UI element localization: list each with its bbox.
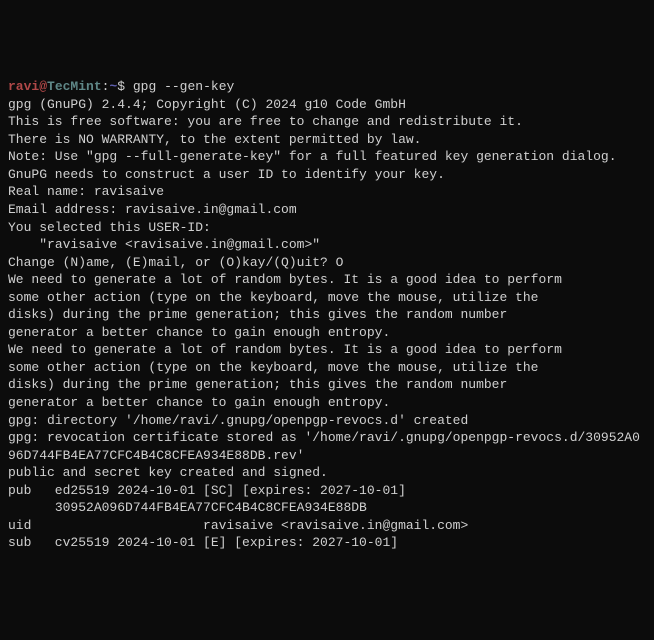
output-line: There is NO WARRANTY, to the extent perm… <box>8 131 646 149</box>
output-line: We need to generate a lot of random byte… <box>8 271 646 289</box>
output-line: Real name: ravisaive <box>8 183 646 201</box>
output-line: Note: Use "gpg --full-generate-key" for … <box>8 148 646 166</box>
prompt-line: ravi@TecMint:~$ gpg --gen-key <box>8 78 646 96</box>
prompt-host: TecMint <box>47 79 102 94</box>
output-line: 30952A096D744FB4EA77CFC4B4C8CFEA934E88DB <box>8 499 646 517</box>
output-line: gpg: revocation certificate stored as '/… <box>8 429 646 464</box>
output-line: some other action (type on the keyboard,… <box>8 359 646 377</box>
output-line: disks) during the prime generation; this… <box>8 376 646 394</box>
output-line: generator a better chance to gain enough… <box>8 394 646 412</box>
output-line: uid ravisaive <ravisaive.in@gmail.com> <box>8 517 646 535</box>
output-line: some other action (type on the keyboard,… <box>8 289 646 307</box>
output-line: You selected this USER-ID: <box>8 219 646 237</box>
output-line: disks) during the prime generation; this… <box>8 306 646 324</box>
output-line: Email address: ravisaive.in@gmail.com <box>8 201 646 219</box>
output-line: public and secret key created and signed… <box>8 464 646 482</box>
output-line: gpg (GnuPG) 2.4.4; Copyright (C) 2024 g1… <box>8 96 646 114</box>
output-line: gpg: directory '/home/ravi/.gnupg/openpg… <box>8 412 646 430</box>
output-line: Change (N)ame, (E)mail, or (O)kay/(Q)uit… <box>8 254 646 272</box>
output-line: sub cv25519 2024-10-01 [E] [expires: 202… <box>8 534 646 552</box>
prompt-dollar: $ <box>117 79 133 94</box>
prompt-user: ravi <box>8 79 39 94</box>
output-line: We need to generate a lot of random byte… <box>8 341 646 359</box>
output-line: "ravisaive <ravisaive.in@gmail.com>" <box>8 236 646 254</box>
output-line: generator a better chance to gain enough… <box>8 324 646 342</box>
output-line: pub ed25519 2024-10-01 [SC] [expires: 20… <box>8 482 646 500</box>
output-line: GnuPG needs to construct a user ID to id… <box>8 166 646 184</box>
command-text[interactable]: gpg --gen-key <box>133 79 234 94</box>
output-line: This is free software: you are free to c… <box>8 113 646 131</box>
prompt-at: @ <box>39 79 47 94</box>
